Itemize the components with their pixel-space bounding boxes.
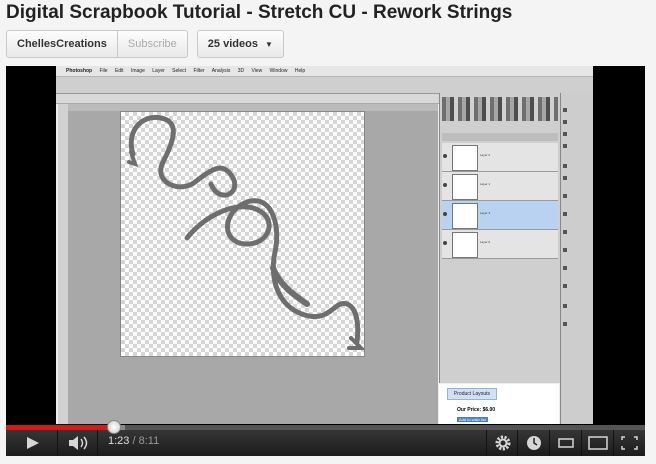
channel-bar: ChellesCreations Subscribe 25 videos ▼ (6, 30, 284, 60)
dock-item[interactable] (563, 229, 592, 235)
duration: 8:11 (138, 435, 160, 447)
volume-button[interactable] (58, 430, 98, 456)
menu-item: Image (130, 68, 145, 74)
settings-button[interactable] (486, 430, 518, 456)
video-frame[interactable]: Photoshop File Edit Image Layer Select F… (56, 66, 593, 424)
current-time: 1:23 (108, 435, 130, 447)
play-button[interactable] (6, 430, 58, 456)
video-title: Digital Scrapbook Tutorial - Stretch CU … (6, 2, 513, 23)
small-player-button[interactable] (550, 430, 582, 456)
layer-name: Layer 2 (480, 153, 491, 157)
dock-item[interactable] (563, 143, 592, 149)
layer-name: Layer 1 (480, 182, 491, 186)
product-layouts-button[interactable]: Product Layouts (447, 388, 497, 400)
dock-item[interactable] (563, 193, 592, 199)
menu-item: Filter (193, 68, 205, 74)
chevron-down-icon: ▼ (264, 39, 273, 49)
scrubber-handle[interactable] (106, 420, 121, 434)
price-text: Our Price: $6.00 (457, 407, 496, 413)
dock-item[interactable] (563, 283, 592, 289)
subscribe-button[interactable]: Subscribe (117, 30, 188, 58)
menu-item: Photoshop (66, 68, 93, 74)
ps-app-bar (56, 77, 593, 94)
layers-panel-header (442, 133, 558, 141)
eye-icon[interactable] (443, 183, 447, 187)
layer-row[interactable]: Layer 1 (442, 172, 558, 201)
rope-strings-image (127, 114, 366, 350)
ps-right-dock (560, 93, 593, 424)
fullscreen-button[interactable] (614, 430, 645, 456)
menu-item: Analysis (211, 68, 231, 74)
layer-name: Layer 0 (480, 240, 491, 244)
eye-icon[interactable] (443, 241, 447, 245)
large-player-icon (588, 436, 608, 450)
small-player-icon (558, 438, 574, 448)
videos-label: 25 videos (207, 38, 258, 50)
dock-item[interactable] (563, 163, 592, 169)
video-player[interactable]: Photoshop File Edit Image Layer Select F… (6, 66, 645, 456)
layer-thumbnail (452, 203, 478, 229)
layer-row-selected[interactable]: Layer 3 (442, 201, 558, 230)
menu-item: Window (269, 68, 288, 74)
swatches-panel (442, 97, 558, 121)
eye-icon[interactable] (443, 212, 447, 216)
dock-item[interactable] (563, 211, 592, 217)
ps-panels: Layer 2 Layer 1 Layer 3 Layer 0 (439, 93, 560, 383)
layer-thumbnail (452, 145, 478, 171)
eye-icon[interactable] (443, 154, 447, 158)
mac-menu-bar: Photoshop File Edit Image Layer Select F… (56, 66, 593, 77)
menu-item: Edit (114, 68, 124, 74)
layer-row[interactable]: Layer 2 (442, 143, 558, 172)
fullscreen-icon (621, 436, 638, 450)
dock-item[interactable] (563, 107, 592, 113)
menu-item: Select (172, 68, 187, 74)
gear-icon (495, 435, 511, 451)
menu-item: Layer (152, 68, 165, 74)
dock-item[interactable] (563, 303, 592, 309)
dock-item[interactable] (563, 119, 592, 125)
dock-item[interactable] (563, 321, 592, 327)
dock-item[interactable] (563, 131, 592, 137)
ps-options-bar (56, 94, 446, 104)
time-display: 1:23 / 8:11 (108, 435, 159, 447)
play-icon (27, 437, 39, 449)
dock-item[interactable] (563, 247, 592, 253)
layer-name: Layer 3 (480, 211, 491, 215)
menu-item: Help (294, 68, 306, 74)
menu-item: File (99, 68, 108, 74)
large-player-button[interactable] (582, 430, 614, 456)
layer-row[interactable]: Layer 0 (442, 230, 558, 259)
layer-thumbnail (452, 174, 478, 200)
volume-icon (69, 436, 88, 450)
videos-dropdown[interactable]: 25 videos ▼ (196, 30, 284, 58)
channel-button[interactable]: ChellesCreations (6, 30, 118, 58)
layer-thumbnail (452, 232, 478, 258)
ps-canvas (120, 111, 366, 357)
dock-item[interactable] (563, 265, 592, 271)
web-page-fragment: Product Layouts Our Price: $6.00 Add to … (439, 384, 559, 424)
dock-item[interactable] (563, 175, 592, 181)
menu-item: View (251, 68, 263, 74)
clock-icon (527, 436, 541, 450)
wish-list-button[interactable]: Add to wish list (457, 417, 488, 422)
time-separator: / (129, 435, 139, 447)
ps-document-tabs (68, 104, 438, 111)
player-controls: 1:23 / 8:11 (6, 420, 645, 456)
menu-item: 3D (237, 68, 245, 74)
watch-later-button[interactable] (518, 430, 550, 456)
